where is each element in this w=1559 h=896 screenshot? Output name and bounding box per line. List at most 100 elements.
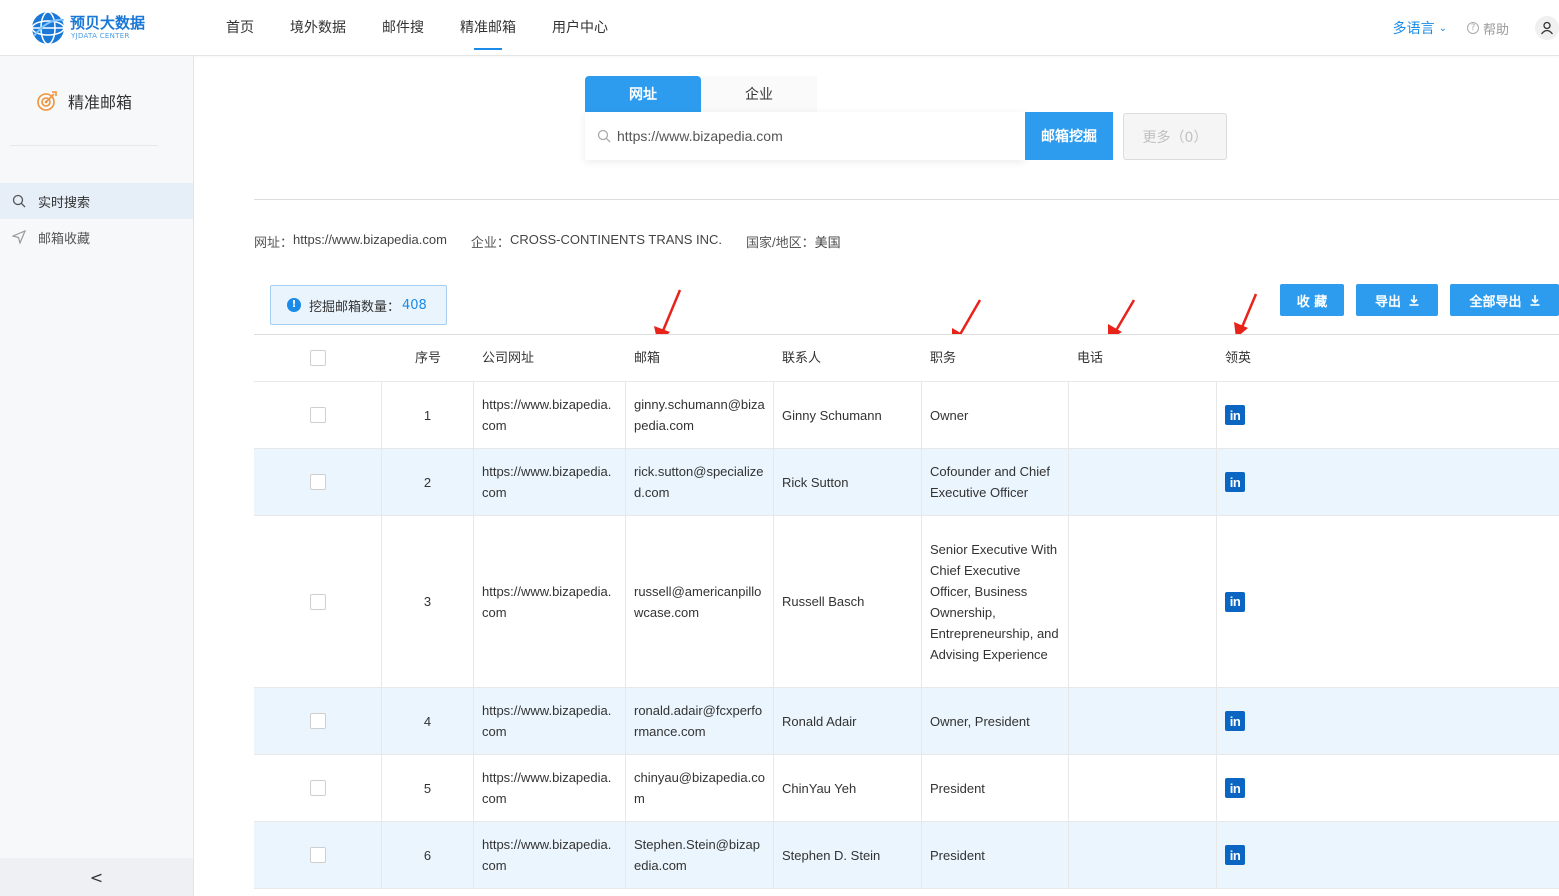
- select-all-checkbox[interactable]: [310, 350, 326, 366]
- help-label: 帮助: [1482, 22, 1509, 38]
- download-icon: [1409, 294, 1419, 306]
- count-value: 408: [402, 297, 427, 313]
- row-email[interactable]: Stephen.Stein@bizapedia.com: [626, 822, 774, 888]
- row-email[interactable]: chinyau@bizapedia.com: [626, 755, 774, 821]
- row-index: 6: [382, 822, 474, 888]
- row-select-cell: [254, 382, 382, 448]
- main-nav: 首页 境外数据 邮件搜 精准邮箱 用户中心: [208, 0, 626, 56]
- row-company-url[interactable]: https://www.bizapedia.com: [474, 755, 626, 821]
- row-linkedin-cell: in: [1217, 382, 1559, 448]
- row-linkedin-cell: in: [1217, 755, 1559, 821]
- row-checkbox[interactable]: [309, 474, 326, 490]
- tab-url[interactable]: 网址: [585, 76, 701, 112]
- nav-precise-email[interactable]: 精准邮箱: [442, 0, 534, 56]
- search-icon: [597, 129, 611, 143]
- row-company-url[interactable]: https://www.bizapedia.com: [474, 688, 626, 754]
- result-info: 网址： https://www.bizapedia.com 企业： CROSS-…: [254, 232, 865, 251]
- search-icon: [12, 194, 26, 208]
- user-icon: [1540, 21, 1554, 35]
- linkedin-icon[interactable]: in: [1225, 711, 1245, 731]
- search-box: [585, 112, 1025, 160]
- nav-mail-search[interactable]: 邮件搜: [364, 0, 442, 56]
- linkedin-icon[interactable]: in: [1225, 472, 1245, 492]
- row-email[interactable]: russell@americanpillowcase.com: [626, 516, 774, 687]
- table-row: 5 https://www.bizapedia.com chinyau@bizape…: [254, 755, 1559, 822]
- language-dropdown[interactable]: 多语言 ⌄: [1393, 18, 1447, 38]
- row-phone: [1069, 516, 1217, 687]
- logo-text: 预贝大数据: [70, 14, 146, 32]
- column-header: 职务: [930, 350, 957, 366]
- info-icon: !: [287, 298, 301, 312]
- row-company-url[interactable]: https://www.bizapedia.com: [474, 822, 626, 888]
- row-linkedin-cell: in: [1217, 822, 1559, 888]
- logo[interactable]: 预贝大数据 YJDATA CENTER: [30, 8, 160, 48]
- linkedin-icon[interactable]: in: [1225, 845, 1245, 865]
- row-checkbox[interactable]: [309, 780, 326, 796]
- sidebar-collapse-button[interactable]: <: [0, 858, 193, 896]
- row-linkedin-cell: in: [1217, 516, 1559, 687]
- linkedin-icon[interactable]: in: [1225, 778, 1245, 798]
- row-select-cell: [254, 449, 382, 515]
- logo-subtext: YJDATA CENTER: [71, 32, 130, 40]
- url-label: 网址：: [254, 235, 294, 250]
- row-company-url[interactable]: https://www.bizapedia.com: [474, 516, 626, 687]
- column-header: 电话: [1077, 350, 1104, 366]
- row-company-url[interactable]: https://www.bizapedia.com: [474, 382, 626, 448]
- sidebar: 精准邮箱 实时搜索 邮箱收藏 <: [0, 56, 194, 896]
- row-contact-name: Rick Sutton: [774, 449, 922, 515]
- results-table: 序号 公司网址 邮箱 联系人 职务 电话 领英 1 https://www.biz…: [254, 334, 1559, 889]
- divider: [254, 199, 1559, 200]
- table-body: 1 https://www.bizapedia.com ginny.schumann…: [254, 382, 1559, 889]
- user-avatar-button[interactable]: [1535, 16, 1559, 40]
- column-header: 公司网址: [482, 350, 535, 366]
- row-email[interactable]: ronald.adair@fcxperformance.com: [626, 688, 774, 754]
- row-phone: [1069, 449, 1217, 515]
- top-right-actions: 多语言 ⌄ ? 帮助: [1393, 0, 1559, 56]
- row-job-title: President: [922, 755, 1069, 821]
- row-checkbox[interactable]: [309, 713, 326, 729]
- column-header: 领英: [1225, 350, 1252, 366]
- sidebar-item-email-favorites[interactable]: 邮箱收藏: [0, 219, 193, 255]
- row-email[interactable]: ginny.schumann@bizapedia.com: [626, 382, 774, 448]
- dig-email-button[interactable]: 邮箱挖掘: [1025, 112, 1113, 160]
- search-input[interactable]: [617, 128, 997, 144]
- row-select-cell: [254, 755, 382, 821]
- row-contact-name: Ronald Adair: [774, 688, 922, 754]
- export-all-button-label: 全部导出: [1469, 294, 1522, 310]
- nav-home[interactable]: 首页: [208, 0, 272, 56]
- nav-user-center[interactable]: 用户中心: [534, 0, 626, 56]
- email-count-box: ! 挖掘邮箱数量： 408: [270, 285, 447, 325]
- export-button[interactable]: 导出: [1356, 284, 1438, 316]
- sidebar-item-label: 实时搜索: [38, 195, 91, 211]
- nav-overseas-data[interactable]: 境外数据: [272, 0, 364, 56]
- row-select-cell: [254, 822, 382, 888]
- tab-company[interactable]: 企业: [701, 76, 817, 112]
- linkedin-icon[interactable]: in: [1225, 591, 1245, 612]
- row-checkbox[interactable]: [309, 847, 326, 863]
- linkedin-icon[interactable]: in: [1225, 405, 1245, 425]
- top-navbar: 预贝大数据 YJDATA CENTER 首页 境外数据 邮件搜 精准邮箱 用户中…: [0, 0, 1559, 56]
- row-email[interactable]: rick.sutton@specialized.com: [626, 449, 774, 515]
- row-index: 3: [382, 516, 474, 687]
- collect-button[interactable]: 收 藏: [1280, 284, 1344, 316]
- sidebar-item-realtime-search[interactable]: 实时搜索: [0, 183, 193, 219]
- table-header: 序号 公司网址 邮箱 联系人 职务 电话 领英: [254, 334, 1559, 382]
- row-phone: [1069, 688, 1217, 754]
- row-linkedin-cell: in: [1217, 449, 1559, 515]
- sidebar-title: 精准邮箱: [68, 92, 133, 112]
- help-link[interactable]: ? 帮助: [1466, 19, 1509, 38]
- chevron-left-icon: <: [89, 867, 104, 887]
- export-all-button[interactable]: 全部导出: [1450, 284, 1559, 316]
- row-checkbox[interactable]: [309, 407, 326, 423]
- column-header: 邮箱: [634, 350, 661, 366]
- more-button[interactable]: 更多（0）: [1123, 113, 1227, 160]
- table-row: 6 https://www.bizapedia.com Stephen.Stein@…: [254, 822, 1559, 889]
- row-index: 1: [382, 382, 474, 448]
- search-tabs: 网址 企业: [585, 76, 817, 112]
- row-checkbox[interactable]: [309, 593, 326, 610]
- count-label: 挖掘邮箱数量：: [309, 299, 401, 315]
- row-index: 4: [382, 688, 474, 754]
- row-company-url[interactable]: https://www.bizapedia.com: [474, 449, 626, 515]
- select-all-cell: [254, 335, 382, 381]
- company-value: CROSS-CONTINENTS TRANS INC.: [509, 232, 723, 247]
